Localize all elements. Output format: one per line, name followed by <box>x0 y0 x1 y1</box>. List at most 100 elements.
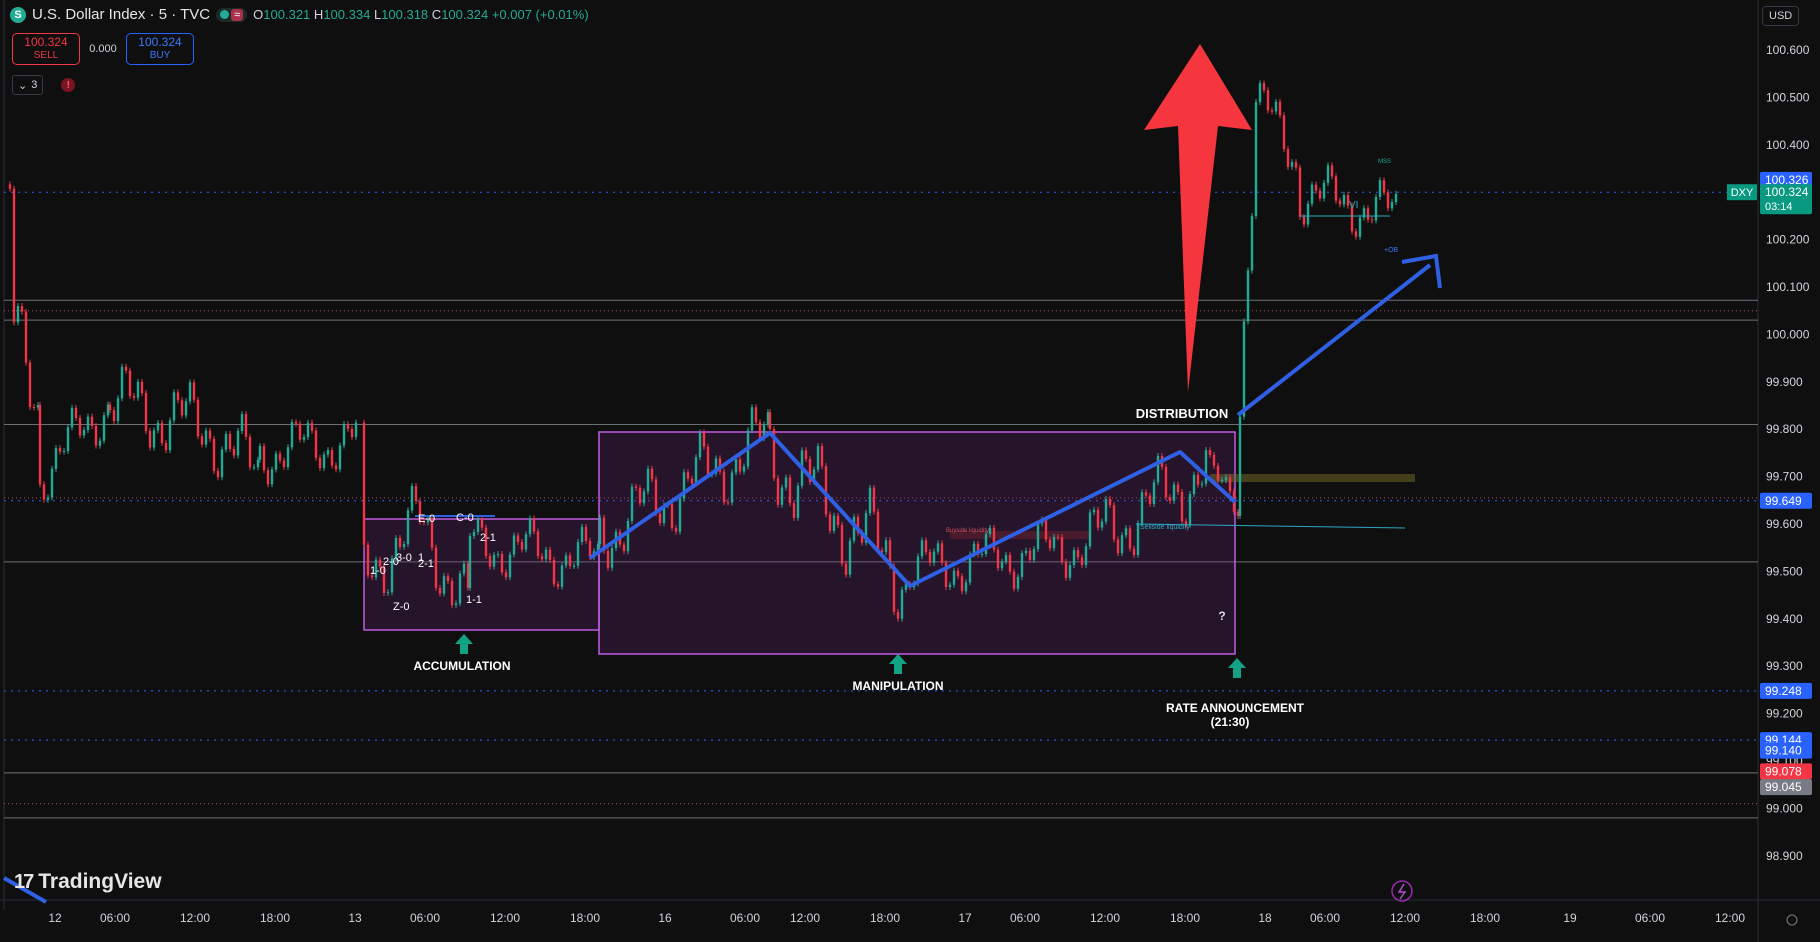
candle-body <box>200 436 204 445</box>
candle-body <box>820 446 824 467</box>
candle-body <box>442 576 446 594</box>
manipulation-box[interactable] <box>598 431 1236 655</box>
chart-annotation[interactable]: E-0 <box>418 513 435 525</box>
candle-body <box>108 404 112 411</box>
trade-panel: 100.324 SELL 0.000 100.324 BUY <box>12 33 194 65</box>
candle-body <box>1072 550 1076 566</box>
candle-body <box>342 423 346 446</box>
candle-body <box>140 381 144 394</box>
candle-body <box>1092 509 1096 513</box>
candle-body <box>446 576 450 582</box>
candle-body <box>734 459 738 473</box>
time-tick-label: 06:00 <box>1635 911 1665 925</box>
chart-annotation[interactable]: DISTRIBUTION <box>1136 406 1228 421</box>
candle-body <box>1386 192 1390 209</box>
price-label-text: 99.248 <box>1765 684 1802 698</box>
candle-body <box>948 584 952 587</box>
candle-body <box>508 554 512 578</box>
candle-body <box>86 416 90 430</box>
candle-body <box>1290 162 1294 167</box>
candle-body <box>1052 536 1056 549</box>
candle-body <box>258 446 262 460</box>
chart-annotation[interactable]: 2-1 <box>418 558 434 570</box>
chart-annotation[interactable]: C-0 <box>456 512 474 524</box>
candle-body <box>78 417 82 436</box>
chart-annotation[interactable]: VI <box>1349 200 1358 211</box>
candle-body <box>42 484 46 500</box>
buy-button[interactable]: 100.324 BUY <box>126 33 194 65</box>
candle-body <box>796 485 800 518</box>
currency-select[interactable]: USD <box>1762 6 1800 26</box>
candle-body <box>228 433 232 449</box>
candle-body <box>1278 101 1282 116</box>
chart-annotation[interactable]: (21:30) <box>1211 715 1250 729</box>
candle-body <box>20 306 24 312</box>
chart-annotation[interactable]: +OB <box>1384 247 1399 254</box>
candle-body <box>8 184 12 189</box>
candle-body <box>188 382 192 402</box>
candle-body <box>1238 416 1242 516</box>
indicators-toggle[interactable]: ⌄ 3 <box>12 75 44 95</box>
market-status[interactable]: ≈ <box>216 7 248 22</box>
settings-gear-icon[interactable] <box>1786 914 1798 926</box>
chart-annotation[interactable]: RATE ANNOUNCEMENT <box>1166 701 1305 715</box>
price-chart[interactable]: 100.600100.500100.400100.300100.200100.1… <box>0 0 1820 942</box>
candle-body <box>128 370 132 396</box>
candle-body <box>294 422 298 424</box>
candle-body <box>504 572 508 578</box>
candle-body <box>1262 83 1266 91</box>
candle-body <box>120 366 124 399</box>
candle-body <box>1064 561 1068 578</box>
candle-body <box>670 504 674 529</box>
candle-body <box>1008 554 1012 572</box>
candle-body <box>1286 149 1290 167</box>
chart-annotation[interactable]: MANIPULATION <box>852 679 943 693</box>
time-tick-label: 06:00 <box>100 911 130 925</box>
time-tick-label: 18:00 <box>1470 911 1500 925</box>
candle-body <box>458 573 462 604</box>
time-tick-label: 18 <box>1258 911 1272 925</box>
candle-body <box>144 393 148 432</box>
candle-body <box>852 516 856 541</box>
chart-annotation[interactable]: Buyside liquidity <box>946 528 989 534</box>
candle-body <box>920 540 924 557</box>
time-tick-label: 06:00 <box>1310 911 1340 925</box>
chart-annotation[interactable]: Z-0 <box>393 601 410 613</box>
candle-body <box>1366 208 1370 220</box>
candle-body <box>654 479 658 514</box>
candle-body <box>1172 484 1176 501</box>
candle-body <box>816 446 820 470</box>
candle-body <box>960 576 964 592</box>
time-tick-label: 12:00 <box>490 911 520 925</box>
chart-annotation[interactable]: ? <box>1218 609 1225 623</box>
chart-annotation[interactable]: MSS <box>1378 159 1391 165</box>
candle-body <box>160 422 164 443</box>
candle-body <box>248 436 252 468</box>
candle-body <box>310 422 314 431</box>
sell-button[interactable]: 100.324 SELL <box>12 33 80 65</box>
candle-body <box>872 487 876 512</box>
candle-body <box>410 486 414 511</box>
low-value: 100.318 <box>381 7 429 22</box>
chart-header: S U.S. Dollar Index · 5 · TVC ≈ O100.321… <box>10 6 589 23</box>
candle-body <box>398 538 402 547</box>
error-icon[interactable]: ! <box>61 78 76 92</box>
candle-body <box>1208 450 1212 455</box>
chart-annotation[interactable]: 3-0 <box>396 552 412 564</box>
indicator-row: ⌄ 3 ! <box>12 75 76 95</box>
candle-body <box>750 407 754 431</box>
candle-body <box>274 453 278 470</box>
candle-body <box>204 430 208 445</box>
candle-body <box>572 565 576 567</box>
candle-body <box>1000 561 1004 569</box>
candle-body <box>1084 546 1088 566</box>
candle-body <box>722 471 726 503</box>
candle-body <box>650 468 654 480</box>
candle-body <box>262 446 266 471</box>
symbol-title[interactable]: U.S. Dollar Index · 5 · TVC <box>32 6 210 23</box>
candle-body <box>172 392 176 421</box>
chart-annotation[interactable]: 2-1 <box>480 532 496 544</box>
candle-body <box>674 528 678 532</box>
chart-annotation[interactable]: 1-1 <box>466 594 482 606</box>
chart-annotation[interactable]: ACCUMULATION <box>413 659 510 673</box>
